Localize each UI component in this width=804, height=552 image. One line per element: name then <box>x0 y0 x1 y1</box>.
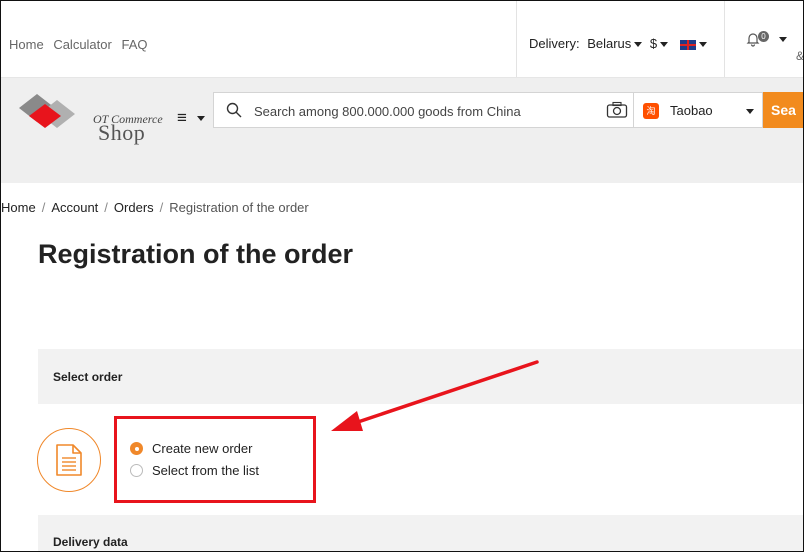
country-select[interactable]: Belarus <box>587 36 643 51</box>
order-document-icon <box>37 428 101 492</box>
select-order-label: Select order <box>53 370 123 384</box>
search-icon[interactable] <box>226 102 242 118</box>
select-order-panel: Select order <box>38 349 803 404</box>
language-select[interactable] <box>676 36 707 51</box>
chevron-down-icon <box>746 109 754 114</box>
delivery-data-label: Delivery data <box>53 535 128 549</box>
delivery-settings: Delivery: Belarus $ <box>529 36 707 51</box>
breadcrumb-orders[interactable]: Orders <box>114 200 154 215</box>
search-button[interactable]: Sea <box>763 92 803 128</box>
breadcrumb-current: Registration of the order <box>169 200 309 215</box>
user-icon[interactable]: & <box>796 49 803 63</box>
provider-name: Taobao <box>670 103 713 118</box>
taobao-logo-icon: 淘 <box>643 103 659 119</box>
chevron-down-icon <box>634 42 643 48</box>
divider <box>516 1 517 77</box>
top-links: Home Calculator FAQ <box>9 37 153 52</box>
search-input[interactable] <box>252 100 586 122</box>
country-value: Belarus <box>587 36 632 51</box>
breadcrumb-account[interactable]: Account <box>51 200 98 215</box>
top-bar: Home Calculator FAQ Delivery: Belarus $ … <box>1 1 803 78</box>
breadcrumb-home[interactable]: Home <box>1 200 36 215</box>
delivery-label: Delivery: <box>529 36 580 51</box>
chevron-down-icon <box>698 42 707 48</box>
notification-badge: 0 <box>758 31 769 42</box>
breadcrumb: Home / Account / Orders / Registration of the … <box>1 200 309 215</box>
search-bar <box>213 92 633 128</box>
provider-select[interactable]: 淘 Taobao <box>633 92 763 128</box>
top-link-home[interactable]: Home <box>9 37 44 52</box>
chevron-down-icon[interactable] <box>779 37 787 42</box>
header: OT Commerce Shop ≡ 淘 Taobao Sea <box>1 78 803 183</box>
divider <box>724 1 725 77</box>
browser-frame: Home Calculator FAQ Delivery: Belarus $ … <box>0 0 804 552</box>
top-link-calculator[interactable]: Calculator <box>53 37 112 52</box>
currency-value: $ <box>649 36 658 51</box>
annotation-highlight-box <box>114 416 316 503</box>
uk-flag-icon <box>679 39 696 50</box>
top-link-faq[interactable]: FAQ <box>121 37 147 52</box>
document-icon <box>56 444 82 476</box>
shop-logo[interactable]: OT Commerce Shop <box>17 92 167 145</box>
page-title: Registration of the order <box>38 239 354 269</box>
currency-select[interactable]: $ <box>649 36 669 51</box>
delivery-data-panel: Delivery data <box>38 515 803 551</box>
menu-icon[interactable]: ≡ <box>177 108 187 128</box>
chevron-down-icon[interactable] <box>197 116 205 121</box>
logo-mark-icon <box>19 94 75 128</box>
chevron-down-icon <box>660 42 669 48</box>
camera-icon[interactable] <box>606 101 628 119</box>
logo-title: Shop <box>98 120 146 145</box>
